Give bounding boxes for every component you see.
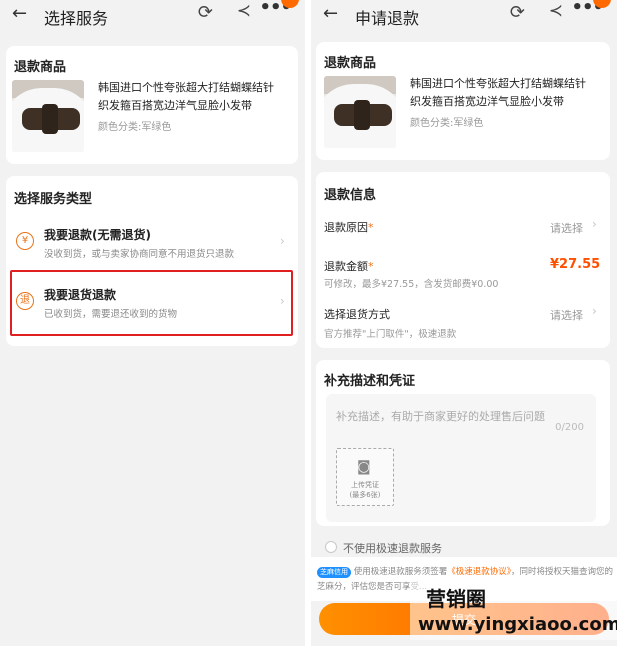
selection-highlight-box: [10, 270, 293, 336]
product-name-line1: 韩国进口个性夸张超大打结蝴蝶结针: [410, 77, 586, 90]
char-counter: 0/200: [555, 422, 584, 433]
chevron-right-icon: ›: [592, 304, 597, 318]
page-title: 选择服务: [44, 9, 109, 28]
fast-refund-radio[interactable]: [325, 541, 337, 553]
upload-evidence-button[interactable]: ◙ 上传凭证 (最多6张): [336, 448, 394, 506]
refund-amount-hint: 可修改，最多¥27.55，含发货邮费¥0.00: [324, 279, 499, 290]
top-bar: ← 申请退款 ⟳ ≺ •••: [311, 0, 617, 32]
fast-refund-option[interactable]: 不使用极速退款服务: [311, 538, 617, 556]
page-title: 申请退款: [355, 9, 420, 28]
description-placeholder: 补充描述，有助于商家更好的处理售后问题: [336, 410, 545, 423]
refund-reason-row[interactable]: 退款原因* 请选择 ›: [316, 212, 610, 238]
refund-only-option[interactable]: ¥ 我要退款(无需退货) 没收到货，或与卖家协商同意不用退货只退款 ›: [6, 220, 298, 268]
share-icon[interactable]: ≺: [237, 1, 251, 21]
product-name-line2: 织发箍百搭宽边洋气显脸小发带: [98, 99, 252, 112]
back-arrow-icon[interactable]: ←: [12, 3, 27, 24]
back-arrow-icon[interactable]: ←: [323, 3, 338, 24]
refund-yen-icon: ¥: [16, 232, 34, 250]
refund-amount-row[interactable]: 退款金额* 可修改，最多¥27.55，含发货邮费¥0.00 ¥27.55: [316, 252, 610, 290]
upload-limit: (最多6张): [349, 491, 381, 499]
return-method-hint: 官方推荐"上门取件"，极速退款: [324, 329, 457, 340]
product-thumbnail: [12, 80, 84, 152]
chevron-right-icon: ›: [280, 234, 285, 248]
product-name-line1: 韩国进口个性夸张超大打结蝴蝶结针: [98, 81, 274, 94]
share-icon[interactable]: ≺: [549, 1, 563, 21]
return-method-select: 请选择: [550, 309, 583, 322]
product-spec: 颜色分类:军绿色: [410, 118, 484, 129]
section-title: 退款商品: [14, 60, 67, 75]
option-subtitle: 没收到货，或与卖家协商同意不用退货只退款: [44, 249, 235, 260]
section-title: 退款信息: [324, 188, 377, 203]
product-spec: 颜色分类:军绿色: [98, 122, 172, 133]
watermark-url: www.yingxiaoo.com: [418, 614, 617, 635]
section-title: 退款商品: [324, 56, 377, 71]
product-thumbnail: [324, 76, 396, 148]
section-title: 选择服务类型: [14, 192, 93, 207]
refund-info-card: 退款信息 退款原因* 请选择 › 退款金额* 可修改，最多¥27.55，含发货邮…: [316, 172, 610, 348]
refund-product-card: 退款商品 韩国进口个性夸张超大打结蝴蝶结针 织发箍百搭宽边洋气显脸小发带 颜色分…: [316, 42, 610, 160]
refund-reason-select: 请选择: [550, 222, 583, 235]
select-service-screen: ← 选择服务 ⟳ ≺ ••• 退款商品 韩国进口个性夸张超大打结蝴蝶结针 织发箍…: [0, 0, 305, 646]
refund-product-card: 退款商品 韩国进口个性夸张超大打结蝴蝶结针 织发箍百搭宽边洋气显脸小发带 颜色分…: [6, 46, 298, 164]
chevron-right-icon: ›: [592, 217, 597, 231]
description-textarea[interactable]: 补充描述，有助于商家更好的处理售后问题 0/200 ◙ 上传凭证 (最多6张): [326, 394, 596, 522]
refund-amount-value[interactable]: ¥27.55: [550, 257, 600, 272]
upload-label: 上传凭证: [351, 481, 379, 489]
apply-refund-screen: ← 申请退款 ⟳ ≺ ••• 退款商品 韩国进口个性夸张超大打结蝴蝶结针 织发箍…: [311, 0, 617, 646]
watermark-name: 营销圈: [426, 587, 486, 611]
return-method-row[interactable]: 选择退货方式 官方推荐"上门取件"，极速退款 请选择 ›: [316, 300, 610, 340]
return-method-label: 选择退货方式: [324, 308, 390, 321]
camera-icon: ◙: [357, 459, 371, 475]
refresh-icon[interactable]: ⟳: [198, 2, 213, 23]
refund-reason-label: 退款原因*: [324, 221, 374, 234]
product-name-line2: 织发箍百搭宽边洋气显脸小发带: [410, 95, 564, 108]
top-bar: ← 选择服务 ⟳ ≺ •••: [0, 0, 305, 32]
refund-amount-label: 退款金额*: [324, 260, 374, 273]
evidence-card: 补充描述和凭证 补充描述，有助于商家更好的处理售后问题 0/200 ◙ 上传凭证…: [316, 360, 610, 526]
fast-refund-label: 不使用极速退款服务: [343, 542, 442, 555]
refresh-icon[interactable]: ⟳: [510, 2, 525, 23]
option-title: 我要退款(无需退货): [44, 228, 151, 242]
sesame-credit-badge: 芝麻信用: [317, 567, 351, 578]
section-title: 补充描述和凭证: [324, 374, 416, 389]
